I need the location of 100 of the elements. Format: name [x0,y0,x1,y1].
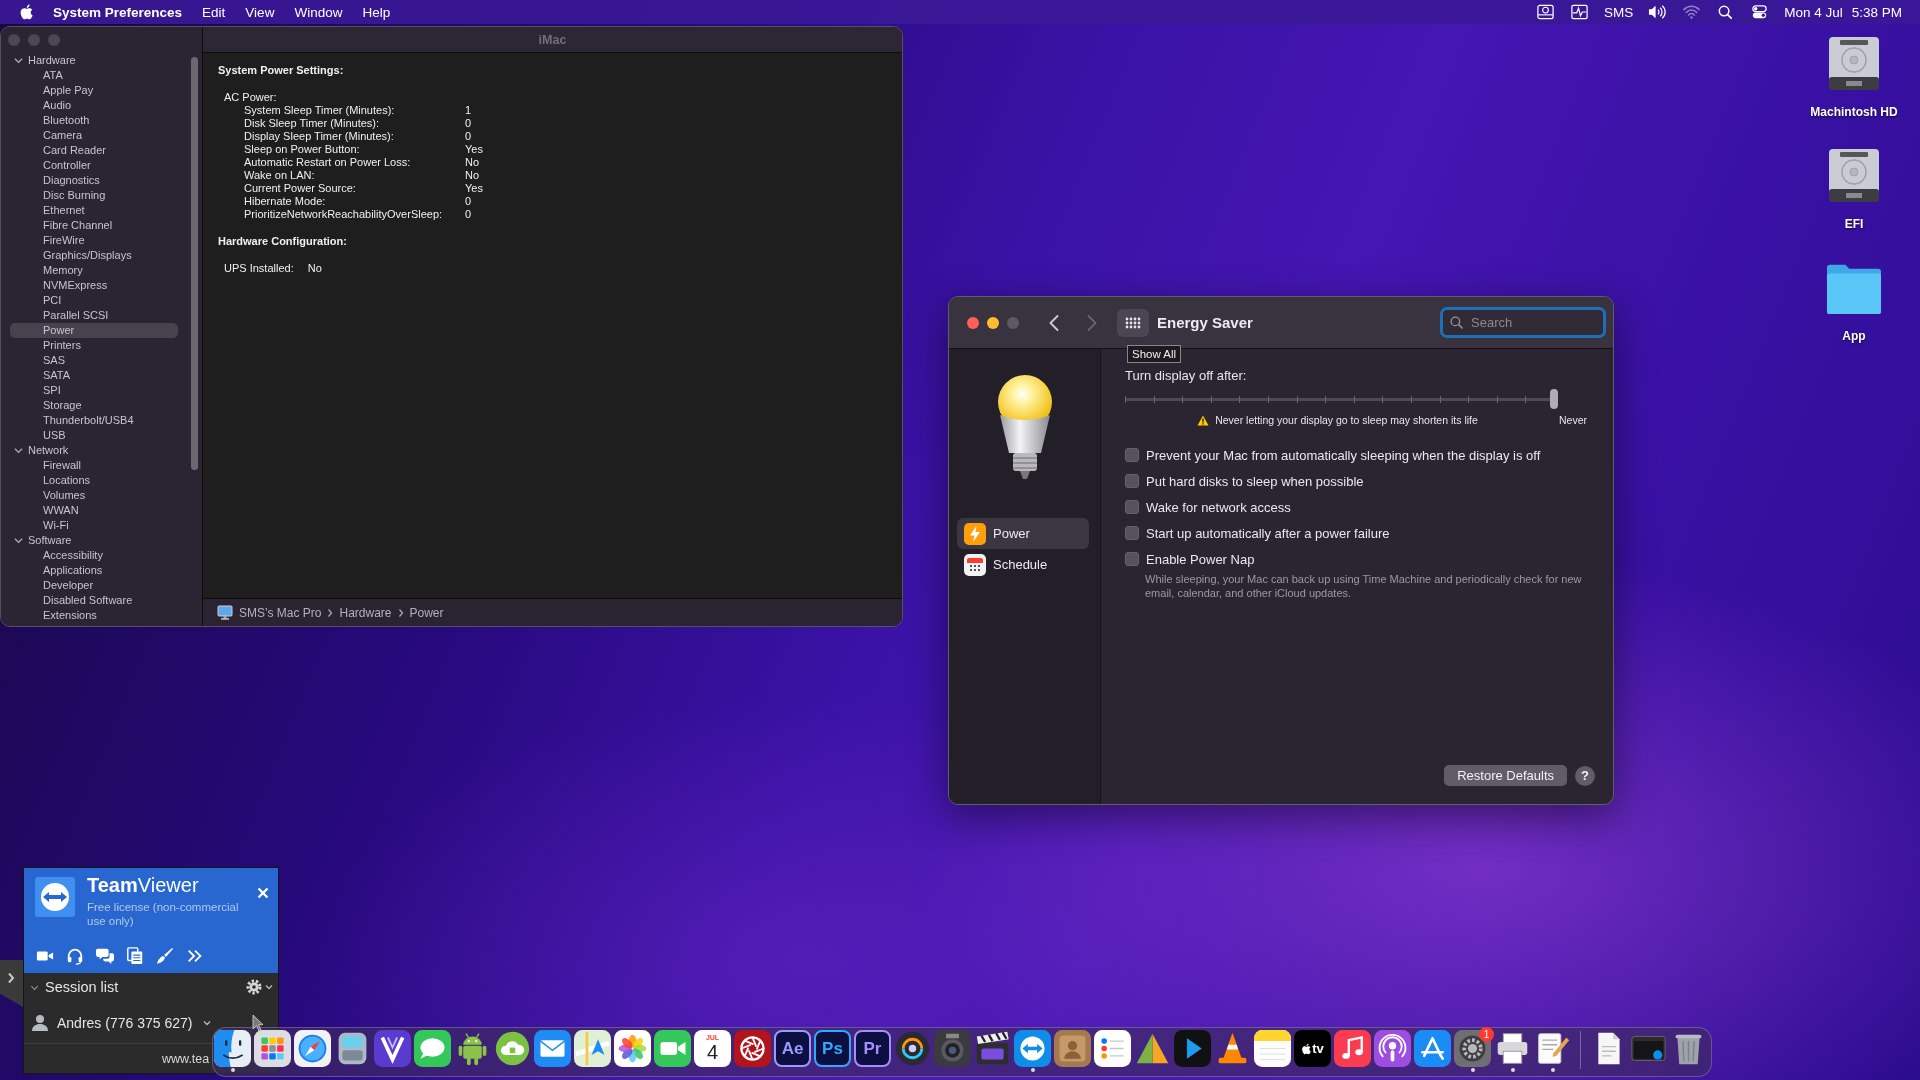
sidebar-item[interactable]: Audio [10,98,178,113]
sidebar-item[interactable]: Applications [10,563,178,578]
section-title[interactable]: Session list [45,979,119,995]
desktop-icon-label[interactable]: Machintosh HD [1810,105,1898,119]
wifi-icon[interactable] [1682,4,1702,20]
close-icon[interactable] [257,887,269,899]
apple-logo-icon[interactable] [19,4,33,20]
sidebar-item[interactable]: Wi-Fi [10,518,178,533]
minimize-button[interactable] [987,316,999,329]
checklist-icon[interactable] [1094,1030,1131,1067]
checkbox[interactable] [1125,500,1139,514]
app-button[interactable]: Pr [854,1030,891,1067]
checkbox[interactable] [1125,552,1139,566]
smiling-face-icon[interactable] [214,1030,251,1067]
sidebar-item[interactable]: Printers [10,338,178,353]
sidebar-item[interactable]: Storage [10,398,178,413]
sidebar-item[interactable]: Locations [10,473,178,488]
sidebar-item[interactable]: Disc Burning [10,188,178,203]
documents-icon[interactable] [126,947,144,965]
checkbox-label[interactable]: Wake for network access [1146,499,1291,515]
volume-icon[interactable] [1648,4,1668,20]
hard-drive-icon[interactable] [1826,35,1882,92]
sidebar-item[interactable]: SATA [10,368,178,383]
sidebar-item[interactable]: Volumes [10,488,178,503]
sidebar-item[interactable]: Diagnostics [10,173,178,188]
sidebar-group[interactable]: Network [10,443,178,458]
menu-bar-date[interactable]: Mon 4 Jul [1784,4,1843,20]
sidebar-item[interactable]: Ethernet [10,203,178,218]
path-item[interactable]: Hardware [339,605,392,620]
menu-item[interactable]: View [245,4,275,20]
double-chevron-icon[interactable] [186,947,204,965]
sidebar-item[interactable]: Accessibility [10,548,178,563]
sidebar-item[interactable]: Extensions [10,608,178,623]
headset-icon[interactable] [66,947,84,965]
music-note-icon[interactable] [1334,1030,1371,1067]
contact-card-icon[interactable] [1054,1030,1091,1067]
a-shape-icon[interactable] [1414,1030,1451,1067]
help-button[interactable]: ? [1575,765,1595,786]
checkbox[interactable] [1125,474,1139,488]
disclosure-chevron-icon[interactable] [14,446,23,455]
sidebar-item[interactable]: Power [10,323,178,338]
swirl-icon[interactable] [894,1030,931,1067]
app-button[interactable]: Ae [774,1030,811,1067]
sidebar-item[interactable]: Firewall [10,458,178,473]
aperture-icon[interactable] [734,1030,771,1067]
gear-icon[interactable] [1454,1030,1491,1067]
notepad-icon[interactable] [1254,1030,1291,1067]
cloud-icon[interactable] [494,1030,531,1067]
sidebar-item[interactable]: Parallel SCSI [10,308,178,323]
desktop-icon-label[interactable]: App [1842,329,1866,343]
menu-bar-time[interactable]: 5:38 PM [1851,4,1902,20]
checkbox-label[interactable]: Enable Power Nap [1146,551,1255,567]
envelope-icon[interactable] [534,1030,571,1067]
sidebar-item[interactable]: Developer [10,578,178,593]
restore-defaults-button[interactable]: Restore Defaults [1444,765,1567,786]
camera-lens-icon[interactable] [934,1030,971,1067]
brush-icon[interactable] [156,947,174,965]
close-button[interactable] [967,316,979,329]
play-icon[interactable] [1174,1030,1211,1067]
sidebar-item[interactable]: Power [957,518,1089,549]
path-item[interactable]: Power [409,605,444,620]
path-item[interactable]: SMS’s Mac Pro [239,605,322,620]
speech-bubble-icon[interactable] [414,1030,451,1067]
app-button[interactable]: Ps [814,1030,851,1067]
menu-item[interactable]: Edit [202,4,226,20]
tv-app-button[interactable]: tv [1294,1030,1331,1067]
caret-icon[interactable] [203,1020,212,1026]
disk-drive-icon[interactable] [1535,4,1555,20]
sidebar-item[interactable]: Memory [10,263,178,278]
checkbox[interactable] [1125,448,1139,462]
chevron-left-icon[interactable] [1049,314,1059,331]
v-shape-icon[interactable] [374,1030,411,1067]
sidebar-item[interactable]: Disabled Software [10,593,178,608]
sidebar-item[interactable]: Schedule [957,549,1089,580]
sidebar-item[interactable]: Apple Pay [10,83,178,98]
compass-icon[interactable] [294,1030,331,1067]
sidebar-item[interactable]: Fibre Channel [10,218,178,233]
app-grid-icon[interactable] [254,1030,291,1067]
sidebar-item[interactable]: PCI [10,293,178,308]
checkbox-label[interactable]: Prevent your Mac from automatically sleeping when the display is off [1146,447,1541,463]
sidebar-item[interactable]: Camera [10,128,178,143]
toggle-switches-icon[interactable] [1750,4,1770,20]
sidebar-item[interactable]: WWAN [10,503,178,518]
sidebar-group[interactable]: Software [10,533,178,548]
checkbox[interactable] [1125,526,1139,540]
sidebar-item[interactable]: ATA [10,68,178,83]
checkbox-label[interactable]: Start up automatically after a power failure [1146,525,1390,541]
chat-bubbles-icon[interactable] [96,947,114,965]
sidebar-item[interactable]: Bluetooth [10,113,178,128]
disclosure-chevron-icon[interactable] [14,536,23,545]
sidebar-item[interactable]: Thunderbolt/USB4 [10,413,178,428]
flower-icon[interactable] [614,1030,651,1067]
app-menu[interactable]: System Preferences [53,4,183,20]
sidebar-item[interactable]: Controller [10,158,178,173]
slider-thumb[interactable] [1550,389,1558,409]
caret-icon[interactable] [265,984,273,990]
search-field[interactable]: Search [1440,307,1606,338]
sidebar-item[interactable]: Graphics/Displays [10,248,178,263]
menu-item[interactable]: Window [294,4,343,20]
activity-graph-icon[interactable] [1569,4,1589,20]
